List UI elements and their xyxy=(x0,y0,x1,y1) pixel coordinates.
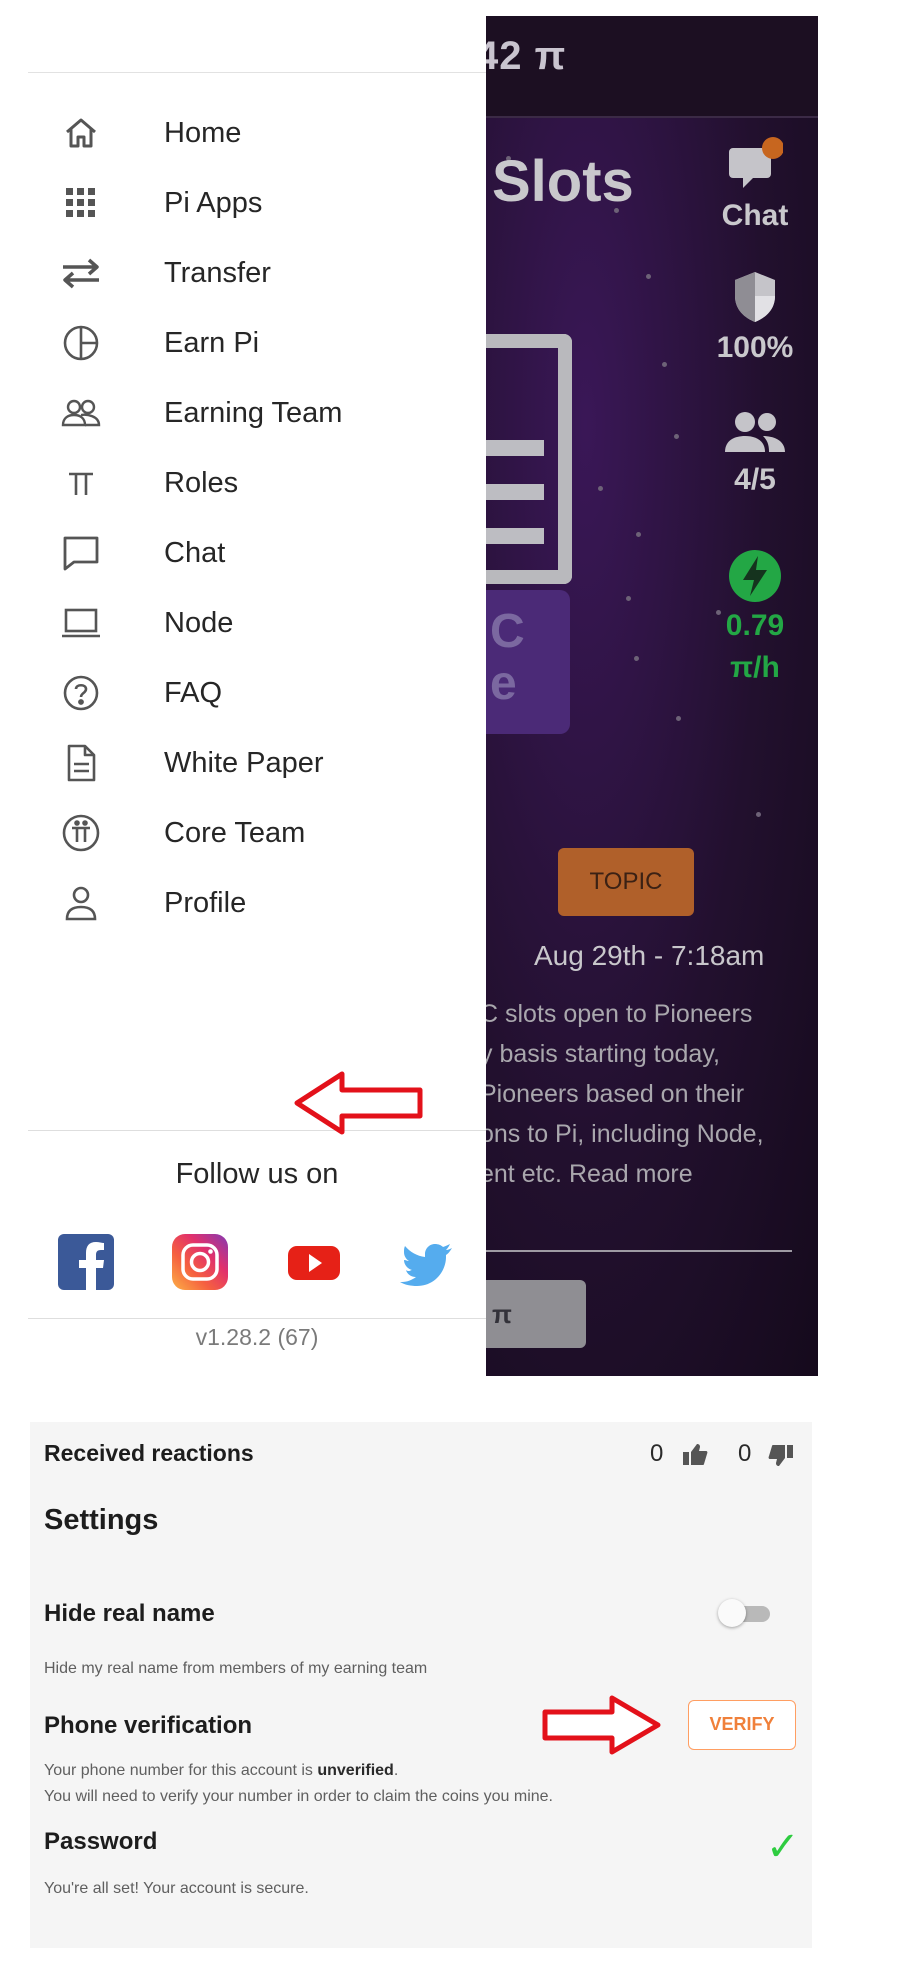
divider xyxy=(486,1250,792,1252)
hide-real-name-description: Hide my real name from members of my ear… xyxy=(44,1660,428,1677)
shield-icon xyxy=(735,272,775,322)
transfer-icon xyxy=(58,250,104,296)
topic-button[interactable]: TOPIC xyxy=(558,848,694,916)
chat-stat[interactable]: Chat xyxy=(700,136,810,233)
menu-item-label: Earn Pi xyxy=(164,326,260,359)
menu-item-white-paper[interactable]: White Paper xyxy=(28,728,486,798)
menu-item-label: White Paper xyxy=(164,746,324,779)
chat-bubble-icon xyxy=(729,137,784,188)
menu-item-chat[interactable]: Chat xyxy=(28,518,486,588)
post-text-line: ons to Pi, including Node, xyxy=(486,1120,764,1148)
phone-desc-line2: You will need to verify your number in o… xyxy=(44,1788,553,1805)
checkmark-icon: ✓ xyxy=(766,1825,800,1869)
menu-item-earning-team[interactable]: Earning Team xyxy=(28,378,486,448)
menu-item-label: Profile xyxy=(164,886,247,919)
menu-item-transfer[interactable]: Transfer xyxy=(28,238,486,308)
menu-item-node[interactable]: Node xyxy=(28,588,486,658)
team-icon xyxy=(725,412,785,452)
security-percent: 100% xyxy=(716,331,794,364)
settings-section-title: Settings xyxy=(44,1504,159,1536)
annotation-arrow-icon xyxy=(542,1695,661,1755)
rate-value: 0.79 xyxy=(725,609,785,642)
instagram-icon[interactable] xyxy=(172,1234,228,1290)
annotation-arrow-icon xyxy=(294,1071,423,1135)
youtube-icon[interactable] xyxy=(286,1234,342,1290)
slots-title: Slots xyxy=(492,149,634,214)
menu-item-core-team[interactable]: Core Team xyxy=(28,798,486,868)
document-icon xyxy=(58,740,104,786)
menu-item-label: Core Team xyxy=(164,816,306,849)
phone-verification-description: Your phone number for this account is un… xyxy=(44,1758,553,1810)
menu-item-faq[interactable]: FAQ xyxy=(28,658,486,728)
menu-item-profile[interactable]: Profile xyxy=(28,868,486,938)
security-stat: 100% xyxy=(700,268,810,365)
lightning-icon xyxy=(729,550,781,602)
menu-item-label: Earning Team xyxy=(164,396,343,429)
laptop-icon xyxy=(58,600,104,646)
post-text-line: y basis starting today, xyxy=(486,1040,720,1068)
screenshot-root: 42 π Slots Chat 100% 4/5 0.79 π/h C e TO… xyxy=(0,0,904,1964)
bottom-button[interactable]: π xyxy=(486,1280,586,1348)
home-icon xyxy=(58,110,104,156)
hide-real-name-label: Hide real name xyxy=(44,1600,215,1627)
purple-card: C e xyxy=(486,590,570,734)
likes-count: 0 xyxy=(650,1440,664,1467)
twitter-icon[interactable] xyxy=(400,1234,456,1290)
thumbs-up-icon xyxy=(683,1444,708,1465)
menu-item-label: Home xyxy=(164,116,242,149)
top-bar: 42 π xyxy=(486,16,818,118)
team-count: 4/5 xyxy=(734,463,776,496)
rate-unit: π/h xyxy=(730,651,780,684)
phone-desc-suffix: . xyxy=(393,1762,399,1779)
settings-panel: Received reactions 0 0 Settings Hide rea… xyxy=(30,1422,812,1948)
post-date: Aug 29th - 7:18am xyxy=(534,940,765,971)
grid-icon xyxy=(58,180,104,226)
password-description: You're all set! Your account is secure. xyxy=(44,1880,309,1897)
menu-item-roles[interactable]: Roles xyxy=(28,448,486,518)
mining-rate-stat: 0.79 π/h xyxy=(700,548,810,685)
post-text-line: C slots open to Pioneers xyxy=(486,1000,753,1028)
menu-item-home[interactable]: Home xyxy=(28,98,486,168)
phone-desc-prefix: Your phone number for this account is xyxy=(44,1762,318,1779)
purple-card-top-fragment: C xyxy=(490,605,525,658)
post-text-line: ent etc. Read more xyxy=(486,1160,693,1188)
menu-item-label: Pi Apps xyxy=(164,186,263,219)
menu-item-label: Transfer xyxy=(164,256,271,289)
team-icon xyxy=(58,390,104,436)
help-icon xyxy=(58,670,104,716)
pi-icon xyxy=(58,460,104,506)
menu-item-pi-apps[interactable]: Pi Apps xyxy=(28,168,486,238)
menu-item-earn-pi[interactable]: Earn Pi xyxy=(28,308,486,378)
background-app-screen: 42 π Slots Chat 100% 4/5 0.79 π/h C e TO… xyxy=(486,16,818,1376)
pie-chart-icon xyxy=(58,320,104,366)
card-illustration xyxy=(486,334,572,584)
chat-icon xyxy=(58,530,104,576)
phone-verification-label: Phone verification xyxy=(44,1712,253,1739)
app-version: v1.28.2 (67) xyxy=(195,1324,319,1350)
facebook-icon[interactable] xyxy=(58,1234,114,1290)
hide-real-name-toggle[interactable] xyxy=(718,1598,774,1628)
chat-stat-label: Chat xyxy=(721,199,789,232)
balance-text: 42 π xyxy=(486,34,567,78)
drawer-divider xyxy=(28,1318,486,1319)
pi-circle-icon xyxy=(58,810,104,856)
menu-item-label: Roles xyxy=(164,466,239,499)
dislikes-count: 0 xyxy=(738,1440,752,1467)
team-stat: 4/5 xyxy=(700,408,810,497)
menu-item-label: Node xyxy=(164,606,234,639)
menu-item-label: Chat xyxy=(164,536,226,569)
person-icon xyxy=(58,880,104,926)
follow-us-label: Follow us on xyxy=(175,1158,339,1190)
post-text: C slots open to Pioneers y basis startin… xyxy=(486,994,810,1194)
phone-status: unverified xyxy=(317,1762,394,1779)
drawer-top-divider xyxy=(28,72,486,73)
purple-card-bottom-fragment: e xyxy=(490,657,517,710)
post-text-line: Pioneers based on their xyxy=(486,1080,745,1108)
thumbs-down-icon xyxy=(768,1445,793,1466)
password-label: Password xyxy=(44,1828,158,1855)
menu-item-label: FAQ xyxy=(164,676,223,709)
navigation-drawer: Home Pi Apps Transfer Earn Pi Earning Te… xyxy=(28,16,486,1376)
verify-button[interactable]: VERIFY xyxy=(688,1700,796,1750)
received-reactions-label: Received reactions xyxy=(44,1440,254,1466)
